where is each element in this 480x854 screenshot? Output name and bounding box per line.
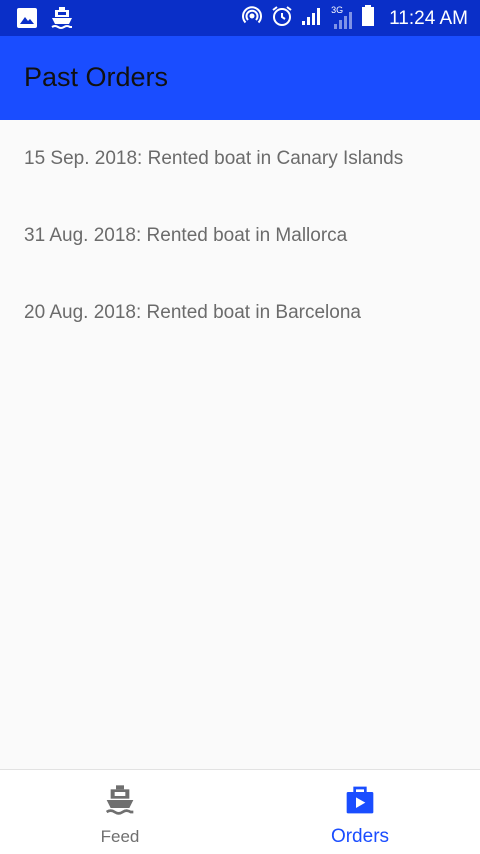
battery-icon	[361, 5, 375, 32]
list-item[interactable]: 31 Aug. 2018: Rented boat in Mallorca	[0, 197, 480, 274]
list-item[interactable]: 15 Sep. 2018: Rented boat in Canary Isla…	[0, 120, 480, 197]
nav-label-orders: Orders	[330, 826, 390, 847]
list-item[interactable]: 20 Aug. 2018: Rented boat in Barcelona	[0, 274, 480, 351]
signal-icon	[301, 6, 323, 31]
hotspot-icon	[241, 5, 263, 32]
app-bar: Past Orders	[0, 36, 480, 120]
status-bar: 3G 11:24 AM	[0, 0, 480, 36]
image-icon	[16, 7, 38, 34]
alarm-icon	[271, 5, 293, 32]
orders-bag-icon	[344, 784, 376, 821]
status-time: 11:24 AM	[389, 7, 468, 29]
boat-icon	[104, 784, 136, 821]
nav-item-feed[interactable]: Feed	[0, 770, 240, 854]
boat-notification-icon	[50, 6, 74, 35]
page-title: Past Orders	[24, 62, 169, 92]
nav-item-orders[interactable]: Orders	[240, 770, 480, 854]
status-left-icons	[16, 6, 74, 35]
orders-list: 15 Sep. 2018: Rented boat in Canary Isla…	[0, 120, 480, 351]
status-right-icons: 3G 11:24 AM	[241, 5, 468, 32]
signal-3g-icon: 3G	[331, 5, 353, 30]
bottom-navigation: Feed Orders	[0, 769, 480, 854]
nav-label-feed: Feed	[100, 827, 140, 846]
